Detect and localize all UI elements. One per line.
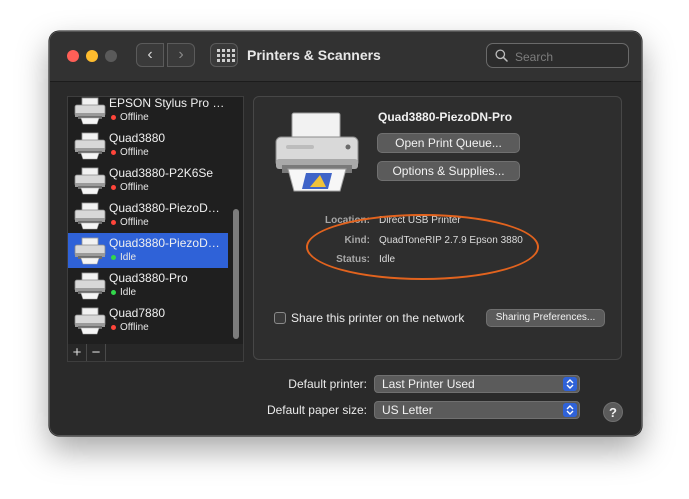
back-button[interactable]: ‹ (136, 43, 164, 67)
help-button[interactable]: ? (603, 402, 623, 422)
default-printer-value: Last Printer Used (382, 377, 475, 391)
printer-list-item[interactable]: Quad3880-PiezoDN-... Offline (68, 198, 228, 233)
minimize-button[interactable] (86, 50, 98, 62)
printer-list-item[interactable]: Quad7880 Offline (68, 303, 228, 338)
default-printer-label: Default printer: (288, 377, 367, 391)
printers-scanners-window: ‹ › Printers & Scanners EPSON Stylus Pro… (49, 31, 642, 436)
scrollbar-thumb[interactable] (233, 209, 239, 339)
printer-icon (74, 272, 106, 300)
share-printer-label: Share this printer on the network (291, 311, 465, 325)
search-field[interactable] (486, 43, 629, 68)
default-paper-popup[interactable]: US Letter (374, 401, 580, 419)
search-icon (495, 49, 508, 62)
status-dot (111, 115, 116, 120)
status-dot (111, 185, 116, 190)
status-dot (111, 290, 116, 295)
list-scrollbar[interactable] (230, 97, 241, 344)
printer-name: EPSON Stylus Pro 7880 (109, 96, 227, 110)
status-dot (111, 325, 116, 330)
options-supplies-button[interactable]: Options & Supplies... (377, 161, 520, 181)
sharing-preferences-button[interactable]: Sharing Preferences... (486, 309, 605, 327)
printer-name: Quad3880-PiezoDN-... (109, 201, 227, 215)
add-printer-button[interactable]: + (68, 344, 87, 361)
search-input[interactable] (513, 47, 627, 66)
printer-icon (74, 132, 106, 160)
printer-list: EPSON Stylus Pro 7880 Offline Quad3880 O… (67, 96, 244, 345)
titlebar: ‹ › Printers & Scanners (50, 32, 641, 82)
popup-chevrons-icon (563, 403, 577, 417)
printer-name: Quad3880-P2K6Se (109, 166, 214, 180)
popup-chevrons-icon (563, 377, 577, 391)
open-print-queue-button[interactable]: Open Print Queue... (377, 133, 520, 153)
share-printer-checkbox[interactable] (274, 312, 286, 324)
printer-icon (74, 307, 106, 335)
zoom-button[interactable] (105, 50, 117, 62)
printer-status: Offline (120, 182, 149, 193)
show-all-grid-icon[interactable] (210, 43, 238, 67)
printer-name: Quad3880-Pro (109, 271, 188, 285)
default-paper-value: US Letter (382, 403, 433, 417)
printer-status: Idle (120, 287, 137, 298)
printer-status: Offline (120, 322, 149, 333)
default-paper-label: Default paper size: (266, 403, 367, 417)
printer-name: Quad3880 (109, 131, 166, 145)
printer-large-icon (275, 112, 359, 192)
selected-printer-name: Quad3880-PiezoDN-Pro (378, 110, 513, 124)
printer-detail-panel: Quad3880-PiezoDN-Pro Open Print Queue...… (253, 96, 622, 360)
printer-list-item[interactable]: Quad3880-Pro Idle (68, 268, 228, 303)
printer-name: Quad7880 (109, 306, 166, 320)
printer-icon (74, 167, 106, 195)
printer-status: Offline (120, 217, 149, 228)
annotation-oval (306, 214, 539, 280)
printer-name: Quad3880-PiezoDN-... (109, 236, 227, 250)
printer-list-item[interactable]: Quad3880 Offline (68, 128, 228, 163)
window-title: Printers & Scanners (247, 47, 381, 63)
printer-icon (74, 202, 106, 230)
default-printer-popup[interactable]: Last Printer Used (374, 375, 580, 393)
printer-icon (74, 97, 106, 125)
printer-status: Offline (120, 112, 149, 123)
printer-list-item[interactable]: Quad3880-P2K6Se Offline (68, 163, 228, 198)
printer-list-item[interactable]: EPSON Stylus Pro 7880 Offline (68, 96, 228, 128)
forward-button[interactable]: › (167, 43, 195, 67)
printer-status: Offline (120, 147, 149, 158)
status-dot (111, 255, 116, 260)
printer-list-item-selected[interactable]: Quad3880-PiezoDN-... Idle (68, 233, 228, 268)
status-dot (111, 220, 116, 225)
close-button[interactable] (67, 50, 79, 62)
printer-icon (74, 237, 106, 265)
status-dot (111, 150, 116, 155)
list-add-remove-bar: + − (67, 344, 244, 362)
printer-status: Idle (120, 252, 137, 263)
remove-printer-button[interactable]: − (87, 344, 106, 361)
